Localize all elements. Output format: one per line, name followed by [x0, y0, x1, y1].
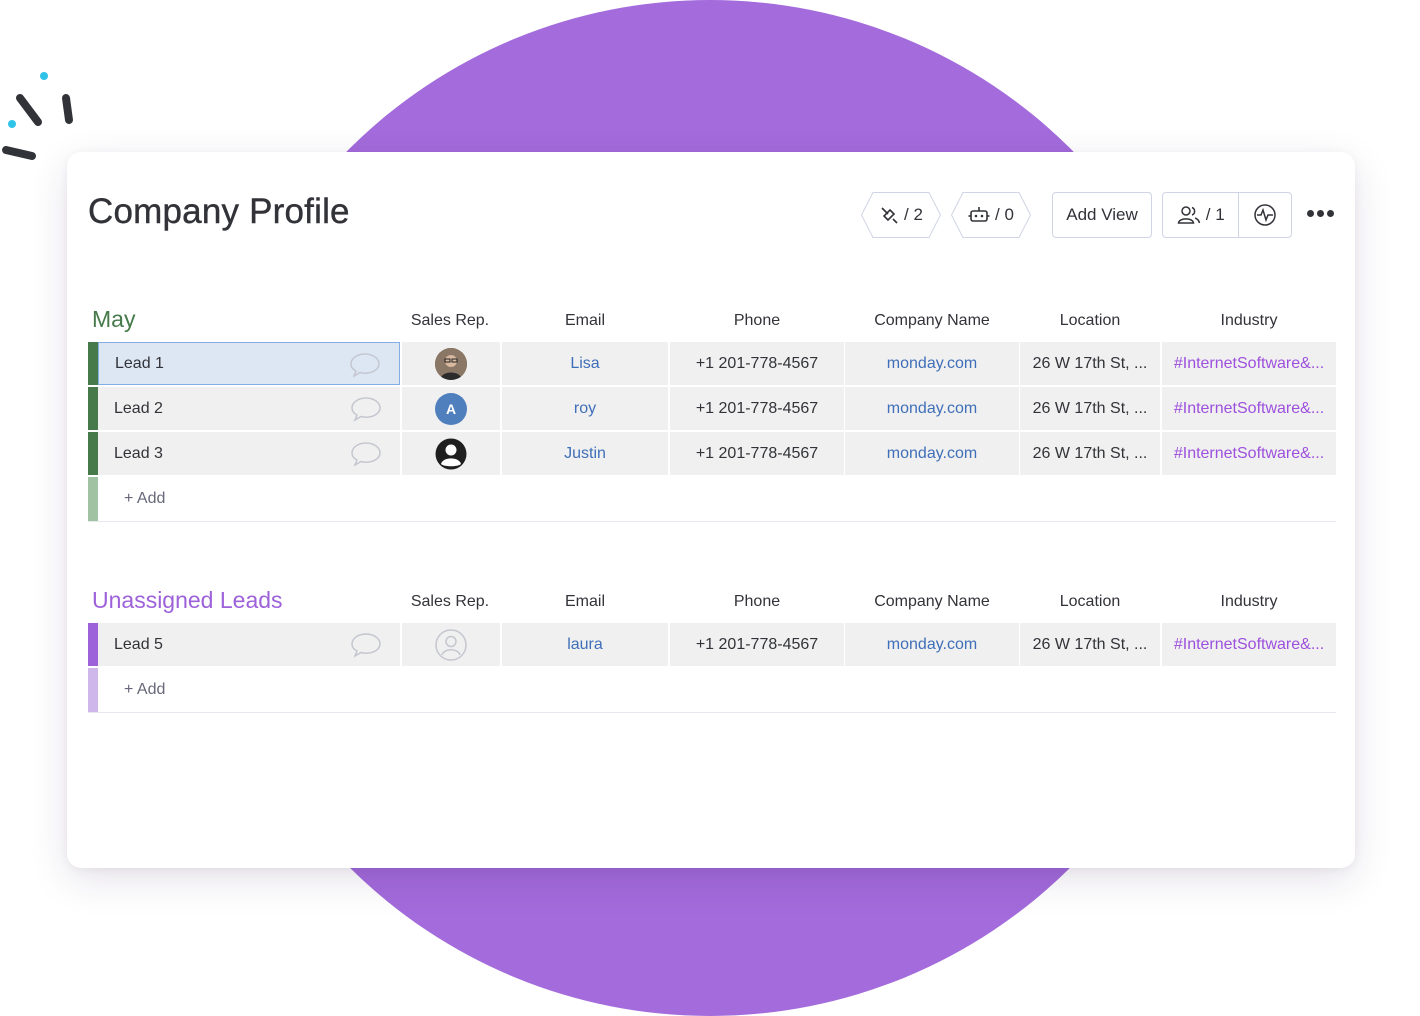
phone-cell[interactable]: +1 201-778-4567: [670, 387, 844, 430]
table-row[interactable]: Lead 5 laura +1 201-778-4567 monday.com …: [88, 623, 1336, 668]
email-cell[interactable]: Justin: [502, 432, 668, 475]
company-name-cell[interactable]: monday.com: [845, 623, 1019, 666]
column-header-company-name[interactable]: Company Name: [845, 312, 1019, 330]
location-cell[interactable]: 26 W 17th St, ...: [1020, 387, 1160, 430]
phone-cell[interactable]: +1 201-778-4567: [670, 623, 844, 666]
industry-cell[interactable]: #InternetSoftware&...: [1162, 432, 1336, 475]
group-color-stripe: [88, 342, 98, 385]
company-name-cell[interactable]: monday.com: [845, 342, 1019, 385]
phone-cell[interactable]: +1 201-778-4567: [670, 342, 844, 385]
column-header-company-name[interactable]: Company Name: [845, 593, 1019, 611]
add-item-row[interactable]: + Add: [88, 477, 1336, 522]
column-header-email[interactable]: Email: [502, 593, 668, 611]
group-color-stripe: [88, 387, 98, 430]
group-header: May Sales Rep. Email Phone Company Name …: [88, 296, 1336, 342]
column-header-location[interactable]: Location: [1020, 312, 1160, 330]
avatar-person-icon: [435, 438, 467, 469]
column-header-sales-rep[interactable]: Sales Rep.: [400, 593, 500, 611]
sales-rep-cell[interactable]: [402, 623, 500, 666]
column-header-sales-rep[interactable]: Sales Rep.: [400, 312, 500, 330]
activity-button[interactable]: [1239, 193, 1291, 237]
activity-icon: [1254, 204, 1276, 226]
add-view-button[interactable]: Add View: [1052, 192, 1152, 238]
group-header: Unassigned Leads Sales Rep. Email Phone …: [88, 577, 1336, 623]
group-color-stripe: [88, 432, 98, 475]
table-row[interactable]: Lead 1 Lisa +1 201-778-4567 monday.com 2…: [88, 342, 1336, 387]
company-name-cell[interactable]: monday.com: [845, 432, 1019, 475]
location-cell[interactable]: 26 W 17th St, ...: [1020, 623, 1160, 666]
board-card: Company Profile / 2 / 0 Add View / 1 May…: [67, 152, 1355, 868]
item-name: Lead 3: [114, 444, 163, 462]
add-item-row[interactable]: + Add: [88, 668, 1336, 713]
email-cell[interactable]: roy: [502, 387, 668, 430]
sales-rep-cell[interactable]: [402, 432, 500, 475]
sales-rep-cell[interactable]: [402, 342, 500, 385]
table-row[interactable]: Lead 3 Justin +1 201-778-4567 monday.com…: [88, 432, 1336, 477]
avatar-photo: [435, 347, 467, 380]
column-header-industry[interactable]: Industry: [1162, 312, 1336, 330]
members-count: / 1: [1205, 205, 1225, 224]
item-name: Lead 5: [114, 635, 163, 653]
automations-count: / 0: [995, 205, 1014, 224]
group-unassigned-leads: Unassigned Leads Sales Rep. Email Phone …: [88, 577, 1336, 713]
empty-avatar-icon: [435, 628, 467, 661]
more-options-icon[interactable]: [1307, 204, 1339, 226]
email-cell[interactable]: laura: [502, 623, 668, 666]
email-cell[interactable]: Lisa: [502, 342, 668, 385]
industry-cell[interactable]: #InternetSoftware&...: [1162, 623, 1336, 666]
table-row[interactable]: Lead 2 A roy +1 201-778-4567 monday.com …: [88, 387, 1336, 432]
group-color-stripe: [88, 668, 98, 712]
integrations-button[interactable]: / 2: [861, 192, 941, 238]
item-name-cell[interactable]: Lead 5: [98, 623, 400, 666]
integrations-count: / 2: [904, 205, 923, 224]
item-name: Lead 1: [115, 354, 164, 372]
column-header-email[interactable]: Email: [502, 312, 668, 330]
item-name-cell[interactable]: Lead 3: [98, 432, 400, 475]
sparkle-decoration: [2, 72, 73, 160]
item-name: Lead 2: [114, 399, 163, 417]
column-header-phone[interactable]: Phone: [670, 312, 844, 330]
comment-icon[interactable]: [350, 440, 382, 468]
location-cell[interactable]: 26 W 17th St, ...: [1020, 432, 1160, 475]
avatar-initial: A: [435, 392, 467, 425]
robot-icon: [968, 207, 990, 222]
add-item-button[interactable]: + Add: [124, 490, 165, 508]
group-title[interactable]: Unassigned Leads: [92, 587, 283, 614]
group-color-stripe: [88, 623, 98, 666]
members-activity-group: / 1: [1162, 192, 1292, 238]
industry-cell[interactable]: #InternetSoftware&...: [1162, 342, 1336, 385]
group-title[interactable]: May: [92, 306, 135, 333]
column-header-phone[interactable]: Phone: [670, 593, 844, 611]
item-name-cell[interactable]: Lead 2: [98, 387, 400, 430]
item-name-cell[interactable]: Lead 1: [98, 342, 400, 385]
integrations-icon: [881, 207, 898, 224]
column-header-industry[interactable]: Industry: [1162, 593, 1336, 611]
automations-button[interactable]: / 0: [951, 192, 1031, 238]
people-icon: [1177, 206, 1200, 224]
group-color-stripe: [88, 477, 98, 521]
comment-icon[interactable]: [349, 351, 381, 379]
sales-rep-cell[interactable]: A: [402, 387, 500, 430]
location-cell[interactable]: 26 W 17th St, ...: [1020, 342, 1160, 385]
add-item-button[interactable]: + Add: [124, 681, 165, 699]
column-header-location[interactable]: Location: [1020, 593, 1160, 611]
comment-icon[interactable]: [350, 395, 382, 423]
group-may: May Sales Rep. Email Phone Company Name …: [88, 296, 1336, 522]
industry-cell[interactable]: #InternetSoftware&...: [1162, 387, 1336, 430]
company-name-cell[interactable]: monday.com: [845, 387, 1019, 430]
board-toolbar: / 2 / 0 Add View / 1: [67, 192, 1355, 240]
phone-cell[interactable]: +1 201-778-4567: [670, 432, 844, 475]
members-button[interactable]: / 1: [1163, 193, 1240, 237]
comment-icon[interactable]: [350, 631, 382, 659]
